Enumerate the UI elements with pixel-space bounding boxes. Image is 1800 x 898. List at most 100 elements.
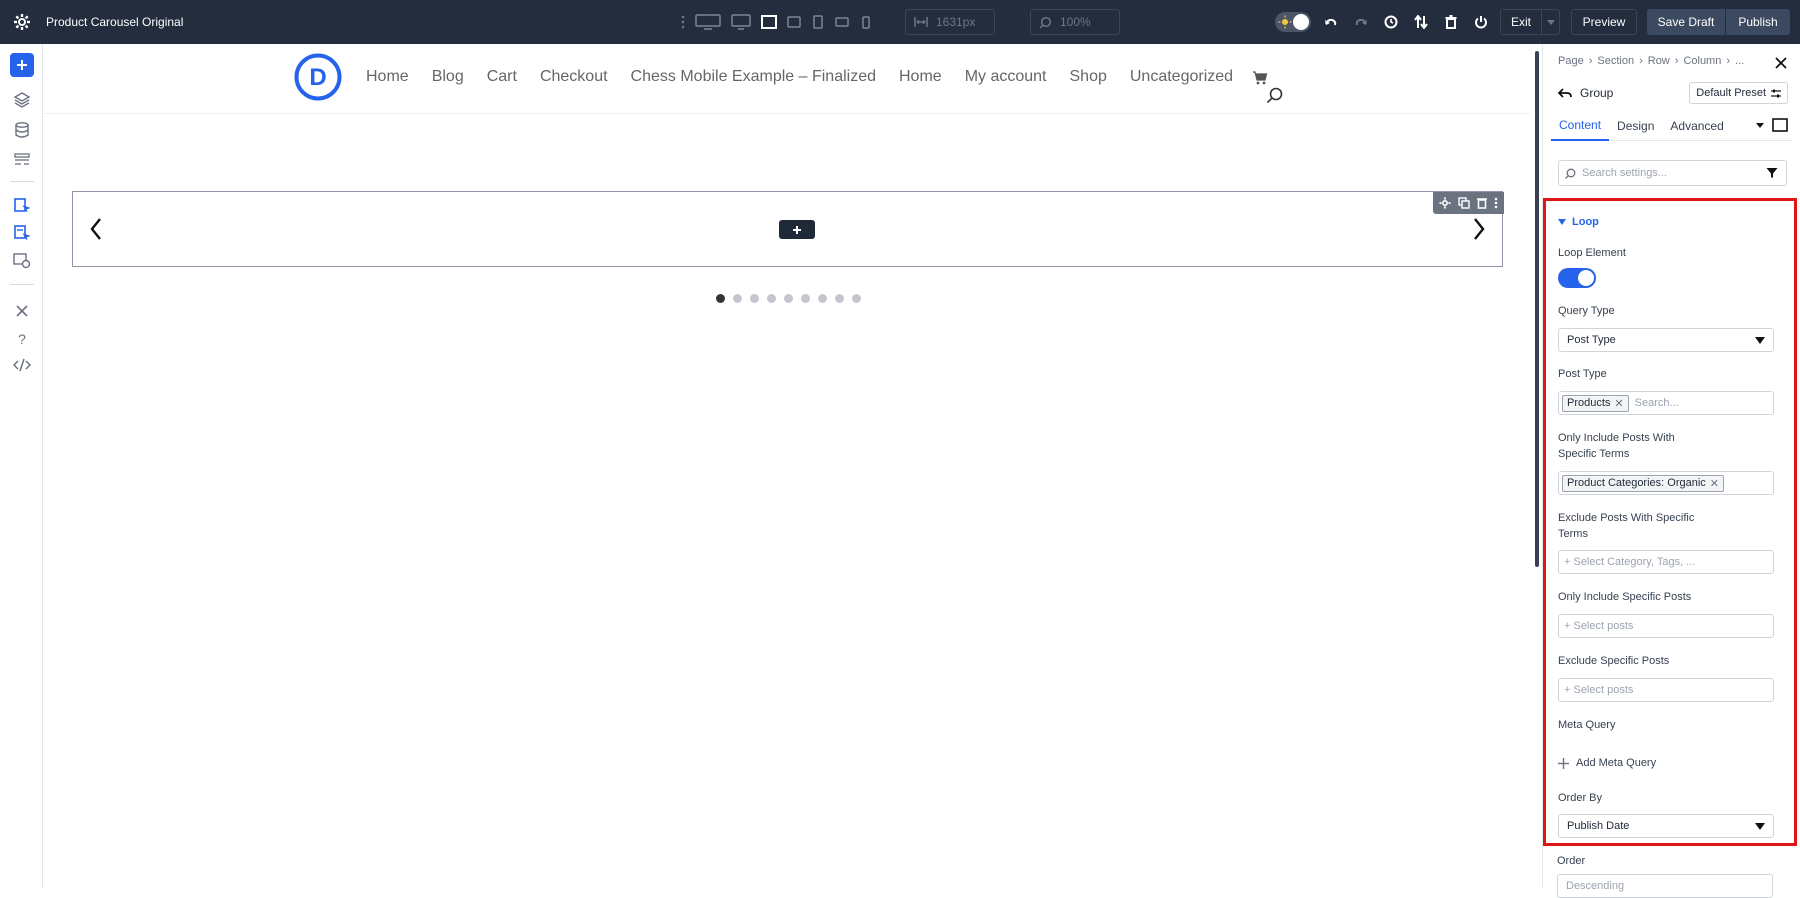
cart-icon[interactable] xyxy=(1252,70,1268,86)
order-select[interactable]: Descending xyxy=(1557,874,1773,898)
breadcrumb-item[interactable]: Page xyxy=(1558,55,1584,67)
page-builder-icon[interactable] xyxy=(11,194,33,216)
exit-dropdown-caret-icon[interactable] xyxy=(1541,10,1559,34)
help-icon[interactable]: ? xyxy=(11,328,33,350)
loop-section-header[interactable]: Loop xyxy=(1558,216,1599,228)
nav-item[interactable]: Checkout xyxy=(540,68,608,86)
tablet-portrait-icon[interactable] xyxy=(806,11,830,33)
loop-element-toggle[interactable] xyxy=(1558,268,1596,288)
nav-item[interactable]: Home xyxy=(366,68,409,86)
nav-item[interactable]: Shop xyxy=(1070,68,1107,86)
carousel-dot[interactable] xyxy=(852,294,861,303)
carousel-dot[interactable] xyxy=(716,294,725,303)
zoom-field[interactable]: 100% xyxy=(1030,9,1120,35)
back-arrow-icon[interactable] xyxy=(1558,87,1572,99)
layers-icon[interactable] xyxy=(11,89,33,111)
breadcrumb-item[interactable]: Section xyxy=(1597,55,1634,67)
exit-button[interactable]: Exit xyxy=(1500,9,1560,35)
carousel-dot[interactable] xyxy=(801,294,810,303)
breadcrumb-item[interactable]: ... xyxy=(1735,55,1744,67)
undo-icon[interactable] xyxy=(1316,8,1346,36)
nav-item[interactable]: Chess Mobile Example – Finalized xyxy=(631,68,876,86)
history-clock-icon[interactable] xyxy=(1376,8,1406,36)
module-more-icon[interactable] xyxy=(1494,197,1498,209)
carousel-dot[interactable] xyxy=(733,294,742,303)
filter-icon[interactable] xyxy=(1766,167,1778,179)
breadcrumb-item[interactable]: Column xyxy=(1683,55,1721,67)
post-type-field[interactable]: Products ✕ Search... xyxy=(1558,391,1774,415)
code-icon[interactable] xyxy=(11,354,33,376)
module-name: Group xyxy=(1580,86,1614,100)
carousel-next-arrow-icon[interactable] xyxy=(1469,211,1489,247)
nav-item[interactable]: Home xyxy=(899,68,942,86)
layout-rows-icon[interactable] xyxy=(11,149,33,171)
product-carousel[interactable] xyxy=(72,191,1504,267)
canvas-width-field[interactable]: 1631px xyxy=(905,9,995,35)
database-icon[interactable] xyxy=(11,119,33,141)
include-posts-input[interactable]: + Select posts xyxy=(1558,614,1774,638)
carousel-dot[interactable] xyxy=(784,294,793,303)
settings-gear-icon[interactable] xyxy=(12,12,32,32)
dark-mode-toggle[interactable] xyxy=(1275,12,1311,32)
phone-landscape-icon[interactable] xyxy=(830,11,854,33)
loop-section-highlight: Loop Loop Element Query Type Post Type P… xyxy=(1543,198,1797,846)
exclude-terms-input[interactable]: + Select Category, Tags, ... xyxy=(1558,550,1774,574)
close-icon[interactable] xyxy=(1774,56,1788,70)
include-terms-field[interactable]: Product Categories: Organic ✕ xyxy=(1558,471,1774,495)
nav-item[interactable]: Uncategorized xyxy=(1130,68,1233,86)
nav-item[interactable]: My account xyxy=(965,68,1047,86)
power-icon[interactable] xyxy=(1466,8,1496,36)
remove-tag-icon[interactable]: ✕ xyxy=(1614,397,1623,410)
tab-extras xyxy=(1756,118,1788,132)
nav-item[interactable]: Cart xyxy=(487,68,517,86)
add-module-plus-button[interactable] xyxy=(779,220,815,239)
preset-dropdown[interactable]: Default Preset xyxy=(1689,82,1788,104)
tools-icon[interactable] xyxy=(11,300,33,322)
theme-builder-icon[interactable] xyxy=(11,222,33,244)
module-duplicate-icon[interactable] xyxy=(1458,197,1470,209)
add-module-button[interactable] xyxy=(10,53,34,77)
module-delete-icon[interactable] xyxy=(1476,197,1487,209)
remove-tag-icon[interactable]: ✕ xyxy=(1710,477,1719,490)
carousel-pagination xyxy=(716,294,861,303)
order-by-select[interactable]: Publish Date xyxy=(1558,814,1774,838)
tab-design[interactable]: Design xyxy=(1609,111,1662,141)
query-type-select[interactable]: Post Type xyxy=(1558,328,1774,352)
phone-portrait-icon[interactable] xyxy=(854,11,878,33)
search-icon[interactable] xyxy=(1266,86,1284,104)
more-vertical-icon[interactable] xyxy=(676,11,690,33)
exclude-posts-input[interactable]: + Select posts xyxy=(1558,678,1774,702)
preview-button[interactable]: Preview xyxy=(1571,9,1637,35)
logo-letter: D xyxy=(309,64,326,91)
save-draft-button[interactable]: Save Draft xyxy=(1647,9,1725,35)
tab-content[interactable]: Content xyxy=(1551,111,1610,141)
add-meta-query-button[interactable]: Add Meta Query xyxy=(1558,757,1656,769)
carousel-dot[interactable] xyxy=(835,294,844,303)
tabs-dropdown-caret-icon[interactable] xyxy=(1756,122,1764,128)
canvas-scrollbar[interactable] xyxy=(1535,51,1539,567)
breadcrumb-separator: › xyxy=(1726,55,1731,67)
carousel-prev-arrow-icon[interactable] xyxy=(86,211,106,247)
breadcrumb-item[interactable]: Row xyxy=(1648,55,1670,67)
site-logo[interactable]: D xyxy=(294,53,342,101)
publish-button[interactable]: Publish xyxy=(1726,9,1790,35)
nav-item[interactable]: Blog xyxy=(432,68,464,86)
tab-advanced[interactable]: Advanced xyxy=(1662,111,1731,141)
module-settings-gear-icon[interactable] xyxy=(1439,197,1451,209)
desktop-icon[interactable] xyxy=(726,11,756,33)
sort-arrows-icon[interactable] xyxy=(1406,8,1436,36)
laptop-icon-active[interactable] xyxy=(756,11,782,33)
page-settings-icon[interactable] xyxy=(11,250,33,272)
search-settings-input[interactable]: Search settings... xyxy=(1558,160,1787,186)
order-label: Order xyxy=(1557,855,1586,867)
zoom-value: 100% xyxy=(1060,15,1091,29)
desktop-wide-icon[interactable] xyxy=(690,11,726,33)
carousel-dot[interactable] xyxy=(818,294,827,303)
carousel-dot[interactable] xyxy=(767,294,776,303)
expand-square-icon[interactable] xyxy=(1772,118,1788,132)
carousel-dot[interactable] xyxy=(750,294,759,303)
site-header: D Home Blog Cart Checkout Chess Mobile Examp… xyxy=(44,44,1530,114)
redo-icon[interactable] xyxy=(1346,8,1376,36)
trash-icon[interactable] xyxy=(1436,8,1466,36)
tablet-landscape-icon[interactable] xyxy=(782,11,806,33)
